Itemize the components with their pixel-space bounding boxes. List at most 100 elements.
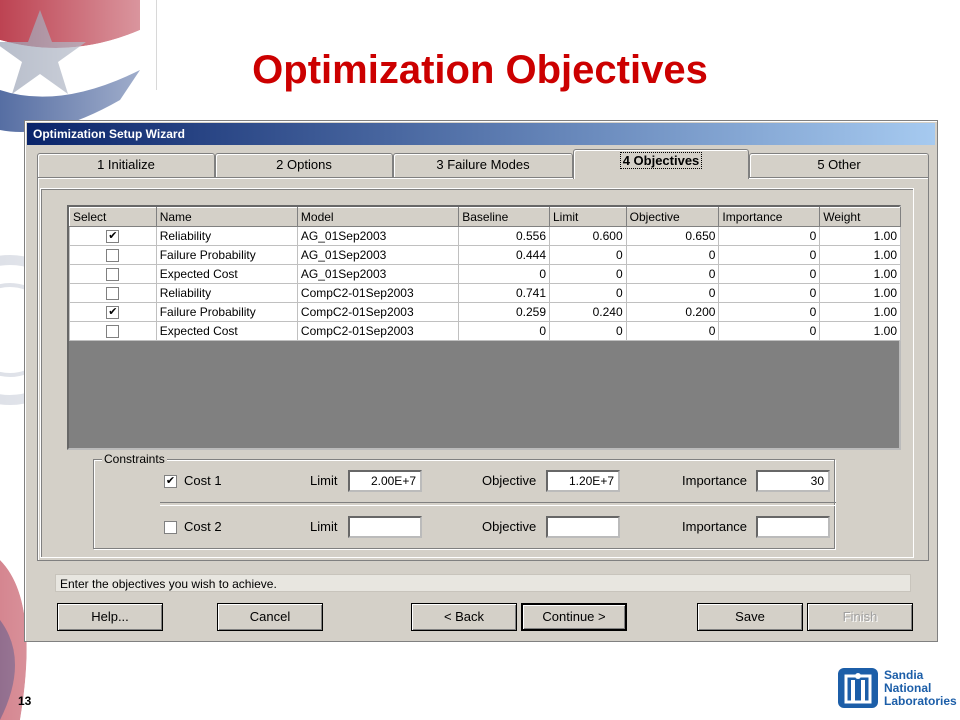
baseline-cell[interactable]: 0.259: [458, 302, 550, 322]
table-row[interactable]: Reliability CompC2-01Sep2003 0.741 0 0 0 1.00: [69, 283, 901, 303]
tab-failure-modes[interactable]: 3 Failure Modes: [393, 153, 573, 177]
name-cell[interactable]: Failure Probability: [155, 245, 298, 265]
tab-options[interactable]: 2 Options: [215, 153, 393, 177]
select-checkbox[interactable]: [106, 287, 120, 301]
cost-1-checkbox[interactable]: ✔: [164, 475, 177, 488]
constraints-separator: [160, 502, 836, 506]
weight-cell[interactable]: 1.00: [819, 264, 901, 284]
objective-cell[interactable]: 0: [625, 245, 720, 265]
table-row[interactable]: ✔ Reliability AG_01Sep2003 0.556 0.600 0.650 0…: [69, 226, 901, 246]
cost-1-objective-input[interactable]: 1.20E+7: [546, 470, 620, 492]
select-checkbox-cell: ✔: [69, 226, 157, 246]
model-cell[interactable]: AG_01Sep2003: [296, 245, 460, 265]
cost-2-limit-input[interactable]: [348, 516, 422, 538]
cost-1-importance-input[interactable]: 30: [756, 470, 830, 492]
objectives-table-body: ✔ Reliability AG_01Sep2003 0.556 0.600 0.650 0…: [69, 226, 901, 341]
sandia-logo: Sandia National Laboratories: [838, 668, 957, 708]
help-button[interactable]: Help...: [57, 603, 163, 631]
objective-cell[interactable]: 0: [625, 264, 720, 284]
dialog-title: Optimization Setup Wizard: [27, 123, 935, 145]
slide-number: 13: [18, 694, 32, 708]
limit-cell[interactable]: 0.600: [549, 226, 627, 246]
select-checkbox[interactable]: ✔: [106, 230, 120, 244]
baseline-cell[interactable]: 0: [458, 264, 550, 284]
sandia-thunderbird-icon: [838, 668, 878, 708]
table-row[interactable]: Failure Probability AG_01Sep2003 0.444 0 0 0 1…: [69, 245, 901, 265]
constraint-row-cost-1: ✔ Cost 1 Limit 2.00E+7 Objective 1.20E+7…: [94, 470, 834, 492]
name-cell[interactable]: Expected Cost: [155, 321, 298, 341]
baseline-cell[interactable]: 0.444: [458, 245, 550, 265]
table-row[interactable]: Expected Cost CompC2-01Sep2003 0 0 0 0 1.00: [69, 321, 901, 341]
limit-label: Limit: [310, 473, 338, 488]
baseline-cell[interactable]: 0.741: [458, 283, 550, 303]
col-header-importance[interactable]: Importance: [718, 207, 821, 227]
tab-strip: 1 Initialize 2 Options 3 Failure Modes 4…: [37, 149, 929, 179]
model-cell[interactable]: CompC2-01Sep2003: [296, 321, 460, 341]
objective-cell[interactable]: 0: [625, 321, 720, 341]
back-button[interactable]: < Back: [411, 603, 517, 631]
select-checkbox[interactable]: [106, 268, 120, 282]
col-header-weight[interactable]: Weight: [819, 207, 901, 227]
model-cell[interactable]: CompC2-01Sep2003: [296, 283, 460, 303]
continue-button[interactable]: Continue >: [521, 603, 627, 631]
col-header-baseline[interactable]: Baseline: [458, 207, 550, 227]
model-cell[interactable]: AG_01Sep2003: [296, 226, 460, 246]
importance-cell[interactable]: 0: [718, 226, 821, 246]
col-header-select[interactable]: Select: [69, 207, 157, 227]
cost-1-label: Cost 1: [184, 473, 222, 488]
tab-objectives[interactable]: 4 Objectives: [573, 149, 749, 179]
finish-button[interactable]: Finish: [807, 603, 913, 631]
limit-cell[interactable]: 0: [549, 283, 627, 303]
cost-2-label: Cost 2: [184, 519, 222, 534]
weight-cell[interactable]: 1.00: [819, 226, 901, 246]
cost-2-objective-input[interactable]: [546, 516, 620, 538]
col-header-objective[interactable]: Objective: [625, 207, 720, 227]
cost-2-checkbox[interactable]: [164, 521, 177, 534]
weight-cell[interactable]: 1.00: [819, 302, 901, 322]
slide-title: Optimization Objectives: [252, 48, 708, 92]
importance-cell[interactable]: 0: [718, 264, 821, 284]
objective-label: Objective: [482, 473, 537, 488]
select-checkbox-cell: [69, 321, 157, 341]
importance-cell[interactable]: 0: [718, 283, 821, 303]
objective-cell[interactable]: 0.200: [625, 302, 720, 322]
objective-cell[interactable]: 0: [625, 283, 720, 303]
objective-cell[interactable]: 0.650: [625, 226, 720, 246]
model-cell[interactable]: CompC2-01Sep2003: [296, 302, 460, 322]
importance-cell[interactable]: 0: [718, 321, 821, 341]
select-checkbox[interactable]: [106, 325, 120, 339]
weight-cell[interactable]: 1.00: [819, 283, 901, 303]
importance-cell[interactable]: 0: [718, 302, 821, 322]
cost-2-importance-input[interactable]: [756, 516, 830, 538]
limit-cell[interactable]: 0: [549, 321, 627, 341]
col-header-name[interactable]: Name: [155, 207, 298, 227]
name-cell[interactable]: Expected Cost: [155, 264, 298, 284]
weight-cell[interactable]: 1.00: [819, 321, 901, 341]
select-checkbox[interactable]: ✔: [106, 306, 120, 320]
limit-cell[interactable]: 0: [549, 245, 627, 265]
col-header-model[interactable]: Model: [296, 207, 460, 227]
col-header-limit[interactable]: Limit: [549, 207, 627, 227]
name-cell[interactable]: Reliability: [155, 283, 298, 303]
table-row[interactable]: Expected Cost AG_01Sep2003 0 0 0 0 1.00: [69, 264, 901, 284]
name-cell[interactable]: Failure Probability: [155, 302, 298, 322]
tab-initialize[interactable]: 1 Initialize: [37, 153, 215, 177]
importance-cell[interactable]: 0: [718, 245, 821, 265]
table-row[interactable]: ✔ Failure Probability CompC2-01Sep2003 0.25…: [69, 302, 901, 322]
select-checkbox[interactable]: [106, 249, 120, 263]
objective-label: Objective: [482, 519, 537, 534]
baseline-cell[interactable]: 0.556: [458, 226, 550, 246]
weight-cell[interactable]: 1.00: [819, 245, 901, 265]
save-button[interactable]: Save: [697, 603, 803, 631]
constraints-legend: Constraints: [102, 452, 167, 466]
tab-other[interactable]: 5 Other: [749, 153, 929, 177]
name-cell[interactable]: Reliability: [155, 226, 298, 246]
cost-1-limit-input[interactable]: 2.00E+7: [348, 470, 422, 492]
importance-label: Importance: [682, 519, 748, 534]
limit-cell[interactable]: 0: [549, 264, 627, 284]
limit-cell[interactable]: 0.240: [549, 302, 627, 322]
baseline-cell[interactable]: 0: [458, 321, 550, 341]
model-cell[interactable]: AG_01Sep2003: [296, 264, 460, 284]
cancel-button[interactable]: Cancel: [217, 603, 323, 631]
select-checkbox-cell: [69, 245, 157, 265]
